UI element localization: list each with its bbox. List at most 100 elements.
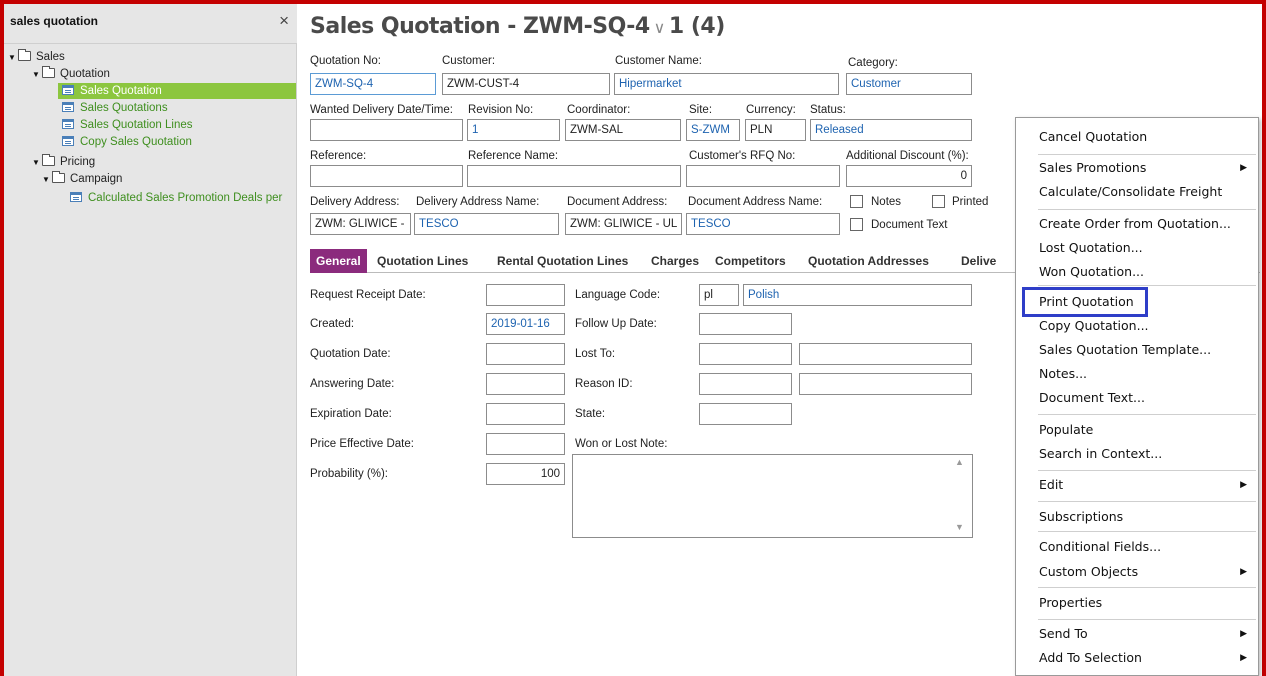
quotation-no-field[interactable]: ZWM-SQ-4 bbox=[310, 73, 436, 95]
tree-item-calculated-promotion-deals[interactable]: Calculated Sales Promotion Deals per bbox=[70, 190, 282, 206]
menu-item-add-to-selection[interactable]: Add To Selection ▶ bbox=[1017, 645, 1257, 671]
menu-item-sales-promotions[interactable]: Sales Promotions ▶ bbox=[1017, 155, 1257, 181]
lost-to-description-field[interactable] bbox=[799, 343, 972, 365]
tree-item-pricing[interactable]: ▼ Pricing bbox=[32, 154, 95, 170]
customer-name-field[interactable]: Hipermarket bbox=[614, 73, 839, 95]
expand-icon[interactable]: ▼ bbox=[8, 50, 18, 66]
category-field[interactable]: Customer bbox=[846, 73, 972, 95]
reference-name-field[interactable] bbox=[467, 165, 681, 187]
menu-item-document-text[interactable]: Document Text... bbox=[1017, 385, 1257, 411]
menu-item-search-in-context[interactable]: Search in Context... bbox=[1017, 441, 1257, 467]
document-address-label: Document Address: bbox=[567, 196, 668, 208]
coordinator-label: Coordinator: bbox=[567, 104, 631, 116]
won-or-lost-note-label: Won or Lost Note: bbox=[575, 438, 668, 450]
delivery-address-name-field[interactable]: TESCO bbox=[414, 213, 559, 235]
probability-field[interactable]: 100 bbox=[486, 463, 565, 485]
menu-item-conditional-fields[interactable]: Conditional Fields... bbox=[1017, 534, 1257, 560]
menu-label: Subscriptions bbox=[1039, 509, 1124, 524]
menu-item-create-order[interactable]: Create Order from Quotation... bbox=[1017, 211, 1257, 237]
status-field[interactable]: Released bbox=[810, 119, 972, 141]
menu-item-notes[interactable]: Notes... bbox=[1017, 361, 1257, 387]
scroll-down-icon[interactable]: ▼ bbox=[955, 522, 964, 532]
language-description-field[interactable]: Polish bbox=[743, 284, 972, 306]
reference-field[interactable] bbox=[310, 165, 463, 187]
language-code-field[interactable]: pl bbox=[699, 284, 739, 306]
reason-id-label: Reason ID: bbox=[575, 378, 633, 390]
category-label: Category: bbox=[848, 57, 898, 69]
reason-id-field[interactable] bbox=[699, 373, 792, 395]
customer-rfq-field[interactable] bbox=[686, 165, 840, 187]
tree-label: Campaign bbox=[70, 173, 123, 185]
document-text-checkbox[interactable] bbox=[850, 218, 863, 231]
expand-icon[interactable]: ▼ bbox=[42, 172, 52, 188]
tab-rental-quotation-lines[interactable]: Rental Quotation Lines bbox=[497, 249, 628, 273]
menu-item-won-quotation[interactable]: Won Quotation... bbox=[1017, 259, 1257, 285]
wanted-delivery-field[interactable] bbox=[310, 119, 463, 141]
navigator-search[interactable]: sales quotation × bbox=[4, 4, 297, 44]
menu-label: Sales Promotions bbox=[1039, 160, 1147, 175]
menu-item-edit[interactable]: Edit ▶ bbox=[1017, 472, 1257, 498]
tab-charges[interactable]: Charges bbox=[651, 249, 699, 273]
tree-label: Sales Quotation bbox=[80, 85, 162, 97]
expiration-date-field[interactable] bbox=[486, 403, 565, 425]
expand-icon[interactable]: ▼ bbox=[32, 67, 42, 83]
request-receipt-date-field[interactable] bbox=[486, 284, 565, 306]
folder-icon bbox=[42, 154, 55, 166]
close-icon[interactable]: × bbox=[279, 11, 289, 31]
reference-name-label: Reference Name: bbox=[468, 150, 559, 162]
scroll-up-icon[interactable]: ▲ bbox=[955, 457, 964, 467]
tab-quotation-addresses[interactable]: Quotation Addresses bbox=[808, 249, 929, 273]
menu-item-send-to[interactable]: Send To ▶ bbox=[1017, 621, 1257, 647]
additional-discount-field[interactable]: 0 bbox=[846, 165, 972, 187]
printed-checkbox[interactable] bbox=[932, 195, 945, 208]
won-or-lost-note-textarea[interactable] bbox=[572, 454, 973, 538]
navigator-search-input[interactable]: sales quotation bbox=[10, 14, 98, 28]
tree-item-quotation[interactable]: ▼ Quotation bbox=[32, 66, 110, 82]
tree-item-copy-sales-quotation[interactable]: Copy Sales Quotation bbox=[62, 134, 192, 150]
tree-item-sales-quotation[interactable]: Sales Quotation bbox=[58, 83, 296, 99]
menu-item-subscriptions[interactable]: Subscriptions bbox=[1017, 504, 1257, 530]
tab-quotation-lines[interactable]: Quotation Lines bbox=[377, 249, 468, 273]
created-field[interactable]: 2019-01-16 bbox=[486, 313, 565, 335]
tree-item-sales[interactable]: ▼ Sales bbox=[8, 49, 65, 65]
menu-item-quotation-template[interactable]: Sales Quotation Template... bbox=[1017, 337, 1257, 363]
lost-to-field[interactable] bbox=[699, 343, 792, 365]
revision-no-field[interactable]: 1 bbox=[467, 119, 560, 141]
currency-field[interactable]: PLN bbox=[745, 119, 806, 141]
document-address-field[interactable]: ZWM: GLIWICE - UL bbox=[565, 213, 682, 235]
print-quotation-highlight bbox=[1022, 287, 1148, 317]
site-field[interactable]: S-ZWM bbox=[686, 119, 740, 141]
price-effective-date-field[interactable] bbox=[486, 433, 565, 455]
tab-competitors[interactable]: Competitors bbox=[715, 249, 786, 273]
follow-up-date-field[interactable] bbox=[699, 313, 792, 335]
quotation-date-field[interactable] bbox=[486, 343, 565, 365]
menu-item-custom-objects[interactable]: Custom Objects ▶ bbox=[1017, 559, 1257, 585]
tree-item-sales-quotations[interactable]: Sales Quotations bbox=[62, 100, 168, 116]
state-field[interactable] bbox=[699, 403, 792, 425]
reference-label: Reference: bbox=[310, 150, 367, 162]
menu-label: Create Order from Quotation... bbox=[1039, 216, 1231, 231]
answering-date-field[interactable] bbox=[486, 373, 565, 395]
menu-item-calculate-freight[interactable]: Calculate/Consolidate Freight bbox=[1017, 179, 1257, 205]
tab-general[interactable]: General bbox=[310, 249, 367, 273]
menu-item-properties[interactable]: Properties bbox=[1017, 590, 1257, 616]
delivery-address-field[interactable]: ZWM: GLIWICE - bbox=[310, 213, 411, 235]
customer-field[interactable]: ZWM-CUST-4 bbox=[442, 73, 610, 95]
expand-icon[interactable]: ▼ bbox=[32, 155, 42, 171]
menu-item-populate[interactable]: Populate bbox=[1017, 417, 1257, 443]
coordinator-field[interactable]: ZWM-SAL bbox=[565, 119, 681, 141]
submenu-arrow-icon: ▶ bbox=[1240, 163, 1247, 173]
menu-item-cancel-quotation[interactable]: Cancel Quotation bbox=[1017, 124, 1257, 150]
notes-checkbox[interactable] bbox=[850, 195, 863, 208]
tree-label: Sales Quotations bbox=[80, 102, 168, 114]
menu-label: Edit bbox=[1039, 477, 1064, 492]
tree-item-campaign[interactable]: ▼ Campaign bbox=[42, 171, 122, 187]
chevron-down-icon[interactable]: ∨ bbox=[654, 18, 666, 37]
tree-item-sales-quotation-lines[interactable]: Sales Quotation Lines bbox=[62, 117, 193, 133]
menu-item-lost-quotation[interactable]: Lost Quotation... bbox=[1017, 235, 1257, 261]
document-address-name-label: Document Address Name: bbox=[688, 196, 823, 208]
page-icon bbox=[62, 102, 74, 112]
tab-delivery[interactable]: Delive bbox=[961, 249, 996, 273]
reason-description-field[interactable] bbox=[799, 373, 972, 395]
document-address-name-field[interactable]: TESCO bbox=[686, 213, 840, 235]
